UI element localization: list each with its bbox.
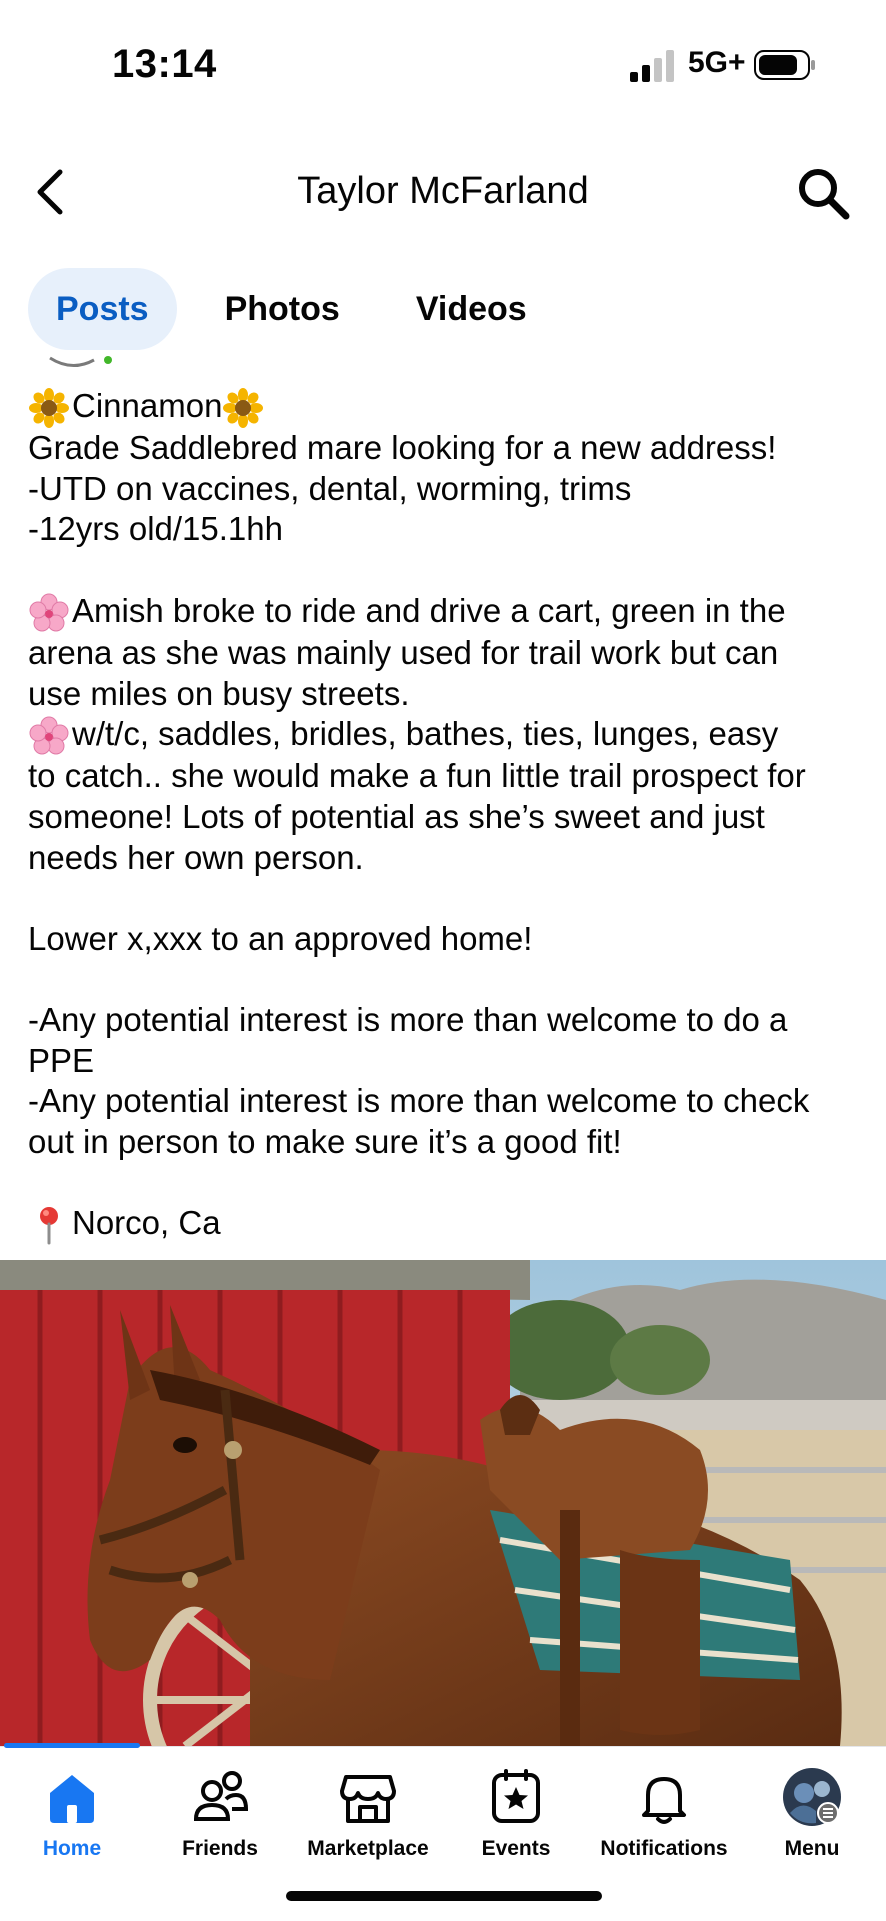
post-line: Norco, Ca xyxy=(28,1203,868,1245)
post-text-line: Norco, Ca xyxy=(72,1203,221,1241)
nav-menu[interactable]: Menu xyxy=(738,1767,886,1861)
battery-icon xyxy=(754,50,815,80)
post-line: to catch.. she would make a fun little t… xyxy=(28,757,806,795)
cherry-blossom-icon xyxy=(29,716,69,755)
search-icon[interactable] xyxy=(796,166,850,220)
home-indicator xyxy=(286,1891,602,1901)
sunflower-icon xyxy=(29,388,69,429)
tab-photos[interactable]: Photos xyxy=(197,268,368,350)
post-line: Cinnamon xyxy=(28,386,868,429)
post-text-line: Cinnamon xyxy=(72,387,223,424)
post-line: someone! Lots of potential as she’s swee… xyxy=(28,798,765,835)
tab-videos[interactable]: Videos xyxy=(388,268,555,350)
post-line: PPE xyxy=(28,1041,95,1079)
nav-label: Friends xyxy=(182,1837,258,1860)
bottom-tab-bar: Home Friends Marketplace Events Notifica… xyxy=(0,1743,886,1921)
nav-label: Notifications xyxy=(600,1837,728,1860)
post-text-line: w/t/c, saddles, bridles, bathes, ties, l… xyxy=(72,715,779,753)
nav-events[interactable]: Events xyxy=(442,1767,590,1861)
tab-posts[interactable]: Posts xyxy=(28,268,177,350)
marketplace-icon xyxy=(340,1775,396,1823)
bell-icon xyxy=(642,1777,686,1824)
post-text-line: Amish broke to ride and drive a cart, gr… xyxy=(72,591,786,629)
post-line: needs her own person. xyxy=(28,838,364,876)
post-body: Cinnamon Grade Saddlebred mare looking f… xyxy=(28,386,868,1245)
network-type: 5G+ xyxy=(688,46,746,79)
status-time: 13:14 xyxy=(112,42,217,86)
nav-label: Menu xyxy=(784,1837,840,1860)
status-bar: 13:14 5G+ xyxy=(0,0,886,110)
post-line: use miles on busy streets. xyxy=(28,674,410,712)
cherry-blossom-icon xyxy=(29,593,69,632)
profile-tabs: Posts Photos Videos xyxy=(28,268,555,350)
friends-icon xyxy=(193,1771,249,1821)
nav-label: Events xyxy=(481,1837,551,1860)
post-line: Lower x,xxx to an approved home! xyxy=(28,919,533,957)
signal-icon xyxy=(630,50,674,82)
post-line: -Any potential interest is more than wel… xyxy=(28,1082,810,1120)
page-title: Taylor McFarland xyxy=(297,170,589,212)
post-photo-horse[interactable] xyxy=(0,1260,886,1746)
post-line: -Any potential interest is more than wel… xyxy=(28,1000,788,1038)
post-line: Grade Saddlebred mare looking for a new … xyxy=(28,429,777,467)
post-line: w/t/c, saddles, bridles, bathes, ties, l… xyxy=(28,714,868,756)
post-line: Amish broke to ride and drive a cart, gr… xyxy=(28,591,868,633)
profile-avatar xyxy=(783,1768,841,1826)
nav-friends[interactable]: Friends xyxy=(146,1767,294,1861)
home-icon xyxy=(50,1775,94,1823)
nav-marketplace[interactable]: Marketplace xyxy=(294,1767,442,1861)
profile-header: Taylor McFarland xyxy=(0,150,886,234)
events-icon xyxy=(492,1769,540,1823)
avatar-peek xyxy=(49,356,112,367)
post-line: arena as she was mainly used for trail w… xyxy=(28,633,779,671)
sunflower-icon xyxy=(223,388,264,429)
nav-label: Marketplace xyxy=(307,1837,429,1860)
location-pin-icon xyxy=(40,1207,58,1245)
nav-home[interactable]: Home xyxy=(0,1767,146,1861)
active-tab-indicator xyxy=(4,1743,140,1748)
nav-notifications[interactable]: Notifications xyxy=(590,1767,738,1861)
post-line: -12yrs old/15.1hh xyxy=(28,510,283,548)
post-line: out in person to make sure it’s a good f… xyxy=(28,1122,622,1160)
nav-label: Home xyxy=(42,1837,102,1860)
post-line: -UTD on vaccines, dental, worming, trims xyxy=(28,469,632,507)
